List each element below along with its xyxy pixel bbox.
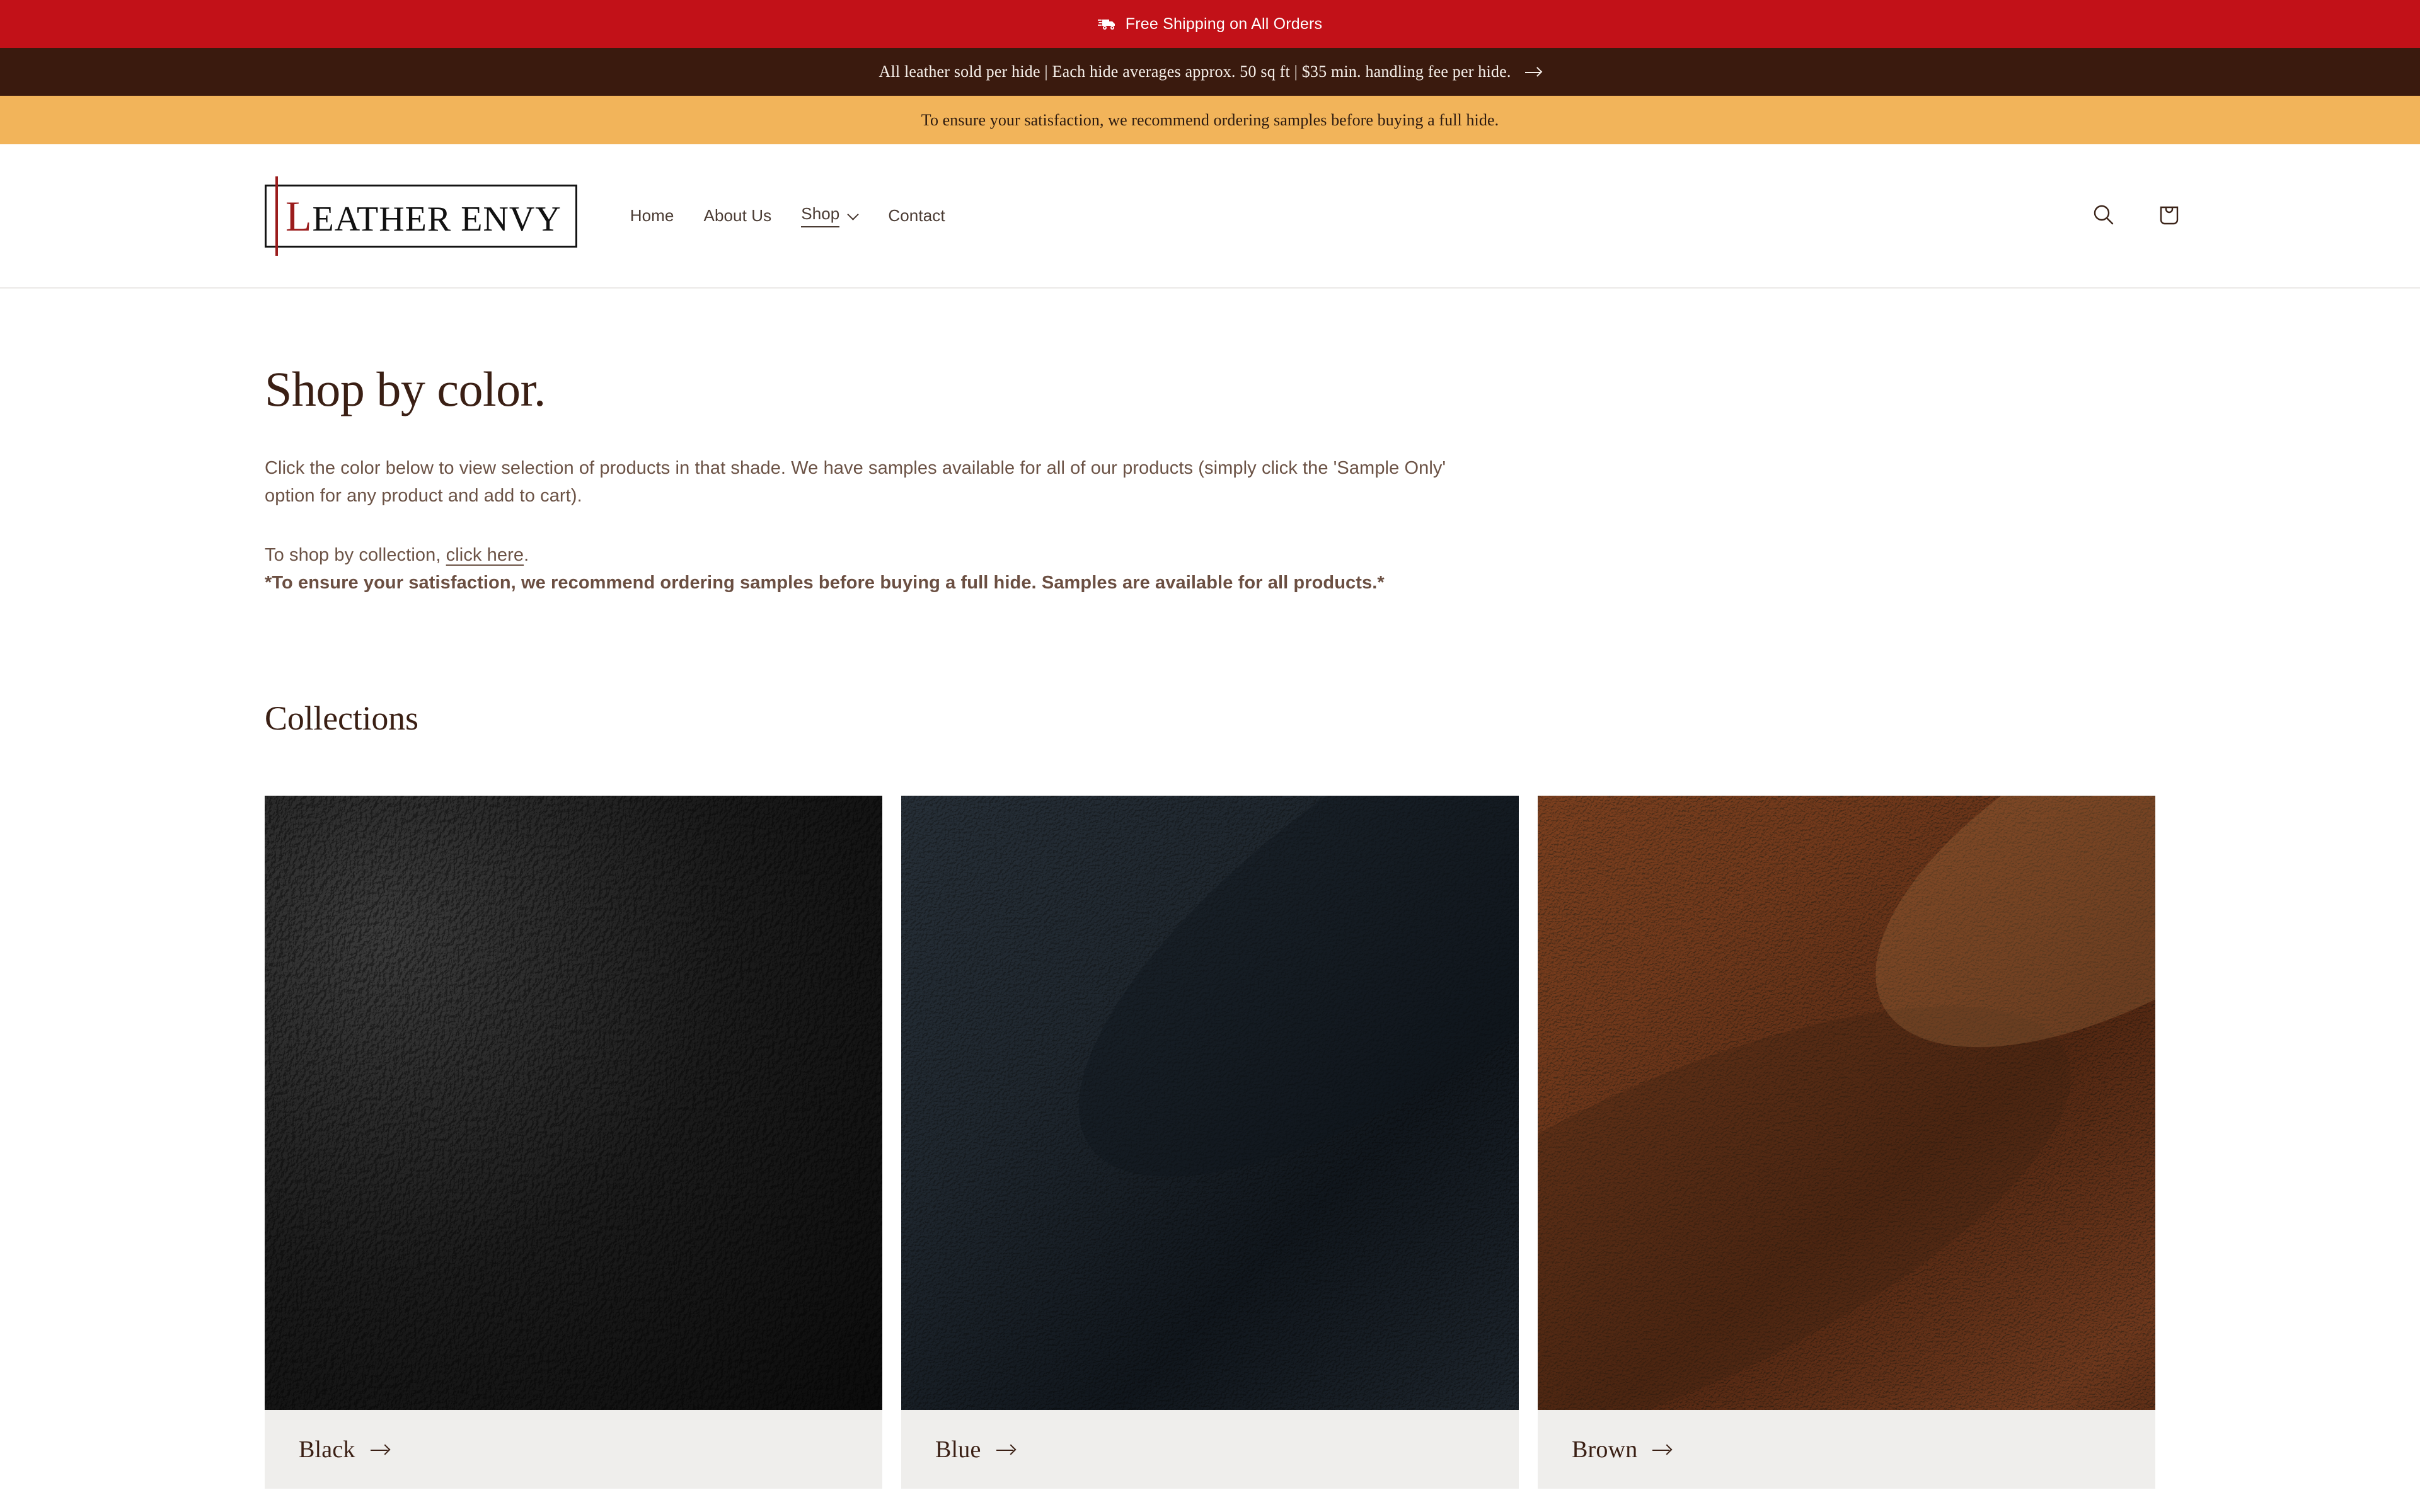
samples-emphasis-note: *To ensure your satisfaction, we recomme… [265, 573, 1385, 593]
cart-icon [2155, 201, 2183, 231]
arrow-right-icon [370, 1443, 389, 1456]
cart-button[interactable] [2152, 198, 2187, 234]
page-main: Shop by color. Click the color below to … [0, 362, 2420, 1489]
page-title: Shop by color. [265, 362, 546, 416]
collection-caption-blue: Blue [901, 1410, 1519, 1489]
arrow-right-icon[interactable] [1524, 66, 1541, 77]
collection-image-black [265, 796, 882, 1411]
collection-card-black[interactable]: Black [265, 796, 882, 1489]
arrow-right-icon [996, 1443, 1015, 1456]
header-actions [2086, 198, 2187, 234]
collection-label-blue: Blue [935, 1436, 981, 1463]
collection-line-suffix: . [524, 544, 529, 565]
collection-card-brown[interactable]: Brown [1538, 796, 2155, 1489]
nav-item-contact-label: Contact [888, 206, 945, 225]
nav-item-shop-label: Shop [801, 204, 840, 227]
announcement-bar-hide-info[interactable]: All leather sold per hide | Each hide av… [0, 48, 2420, 96]
announcement-hide-info-text: All leather sold per hide | Each hide av… [879, 62, 1511, 81]
collection-caption-brown: Brown [1538, 1410, 2155, 1489]
nav-item-shop[interactable]: Shop [801, 204, 858, 227]
collection-image-blue [901, 796, 1519, 1411]
announcement-free-shipping-text: Free Shipping on All Orders [1125, 14, 1323, 33]
search-icon [2090, 201, 2118, 231]
collection-card-blue[interactable]: Blue [901, 796, 1519, 1489]
site-logo-rest: EATHER ENVY [312, 199, 562, 239]
click-here-link[interactable]: click here [446, 545, 524, 565]
collection-label-brown: Brown [1572, 1436, 1638, 1463]
search-button[interactable] [2086, 198, 2121, 234]
announcement-bar-free-shipping: Free Shipping on All Orders [0, 0, 2420, 48]
collection-label-black: Black [299, 1436, 355, 1463]
main-navigation: Home About Us Shop Contact [630, 204, 945, 227]
arrow-right-icon [1652, 1443, 1671, 1456]
site-header: LEATHER ENVY Home About Us Shop Contact [0, 144, 2420, 289]
nav-item-contact[interactable]: Contact [888, 206, 945, 226]
nav-item-home-label: Home [630, 206, 674, 225]
nav-item-about-us-label: About Us [703, 206, 772, 225]
nav-item-about-us[interactable]: About Us [704, 206, 772, 226]
collection-line-prefix: To shop by collection, [265, 544, 446, 565]
delivery-truck-icon [1097, 16, 1117, 32]
site-logo-initial: L [285, 192, 313, 240]
site-logo[interactable]: LEATHER ENVY [265, 176, 577, 256]
collection-caption-black: Black [265, 1410, 882, 1489]
shop-by-collection-line: To shop by collection, click here. [265, 541, 1456, 569]
intro-paragraph: Click the color below to view selection … [265, 457, 1446, 506]
collections-heading: Collections [265, 699, 418, 738]
announcement-bar-samples: To ensure your satisfaction, we recommen… [0, 96, 2420, 144]
chevron-down-icon[interactable] [848, 210, 858, 220]
site-logo-text: LEATHER ENVY [285, 195, 562, 238]
collections-grid: Black Blue Brown [265, 796, 2155, 1489]
nav-item-home[interactable]: Home [630, 206, 674, 226]
announcement-samples-text: To ensure your satisfaction, we recommen… [921, 110, 1499, 129]
collection-image-brown [1538, 796, 2155, 1411]
intro-block: Click the color below to view selection … [265, 454, 1456, 597]
